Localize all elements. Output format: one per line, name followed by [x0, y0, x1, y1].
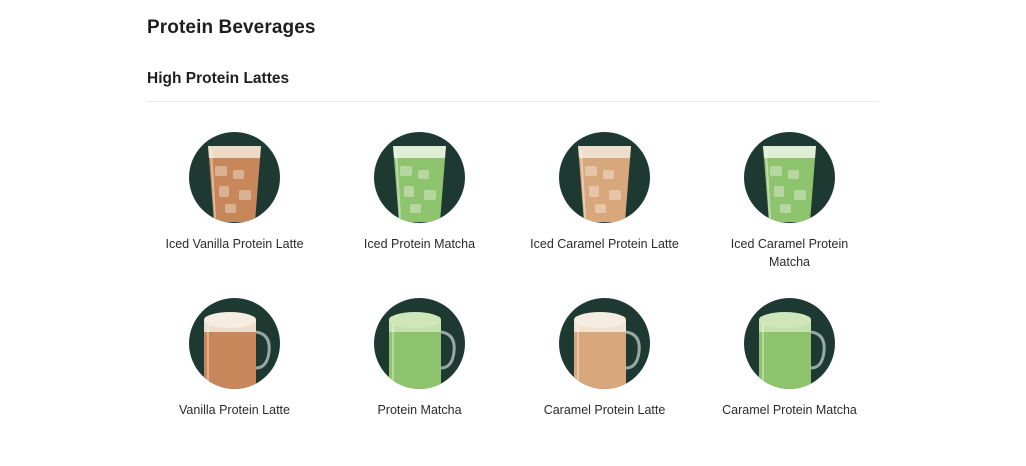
iced-cup-icon — [763, 146, 816, 222]
product-image[interactable] — [189, 298, 280, 389]
glass-mug-icon — [574, 312, 641, 389]
product-image[interactable] — [744, 298, 835, 389]
section-title: High Protein Lattes — [147, 70, 290, 87]
iced-cup-icon — [393, 146, 446, 222]
product-name[interactable]: Caramel Protein Latte — [525, 401, 685, 419]
product-item[interactable]: Iced Vanilla Protein Latte — [142, 132, 327, 298]
product-name[interactable]: Iced Caramel Protein Latte — [525, 235, 685, 253]
product-name[interactable]: Protein Matcha — [340, 401, 500, 419]
glass-mug-icon — [204, 312, 271, 389]
product-image[interactable] — [374, 298, 465, 389]
page-title: Protein Beverages — [147, 17, 316, 38]
product-name[interactable]: Vanilla Protein Latte — [155, 401, 315, 419]
product-grid: Iced Vanilla Protein Latte Iced Protein … — [142, 132, 882, 428]
section-divider — [147, 101, 878, 102]
product-image[interactable] — [189, 132, 280, 223]
product-item[interactable]: Protein Matcha — [327, 298, 512, 428]
glass-mug-icon — [759, 312, 826, 389]
product-image[interactable] — [744, 132, 835, 223]
product-item[interactable]: Vanilla Protein Latte — [142, 298, 327, 428]
iced-cup-icon — [578, 146, 631, 222]
product-item[interactable]: Caramel Protein Matcha — [697, 298, 882, 428]
product-item[interactable]: Iced Caramel Protein Matcha — [697, 132, 882, 298]
product-name[interactable]: Iced Caramel Protein Matcha — [710, 235, 870, 271]
glass-mug-icon — [389, 312, 456, 389]
product-item[interactable]: Iced Protein Matcha — [327, 132, 512, 298]
product-item[interactable]: Iced Caramel Protein Latte — [512, 132, 697, 298]
product-name[interactable]: Iced Protein Matcha — [340, 235, 500, 253]
product-item[interactable]: Caramel Protein Latte — [512, 298, 697, 428]
iced-cup-icon — [208, 146, 261, 222]
product-name[interactable]: Iced Vanilla Protein Latte — [155, 235, 315, 253]
product-name[interactable]: Caramel Protein Matcha — [710, 401, 870, 419]
product-image[interactable] — [374, 132, 465, 223]
product-image[interactable] — [559, 298, 650, 389]
product-image[interactable] — [559, 132, 650, 223]
